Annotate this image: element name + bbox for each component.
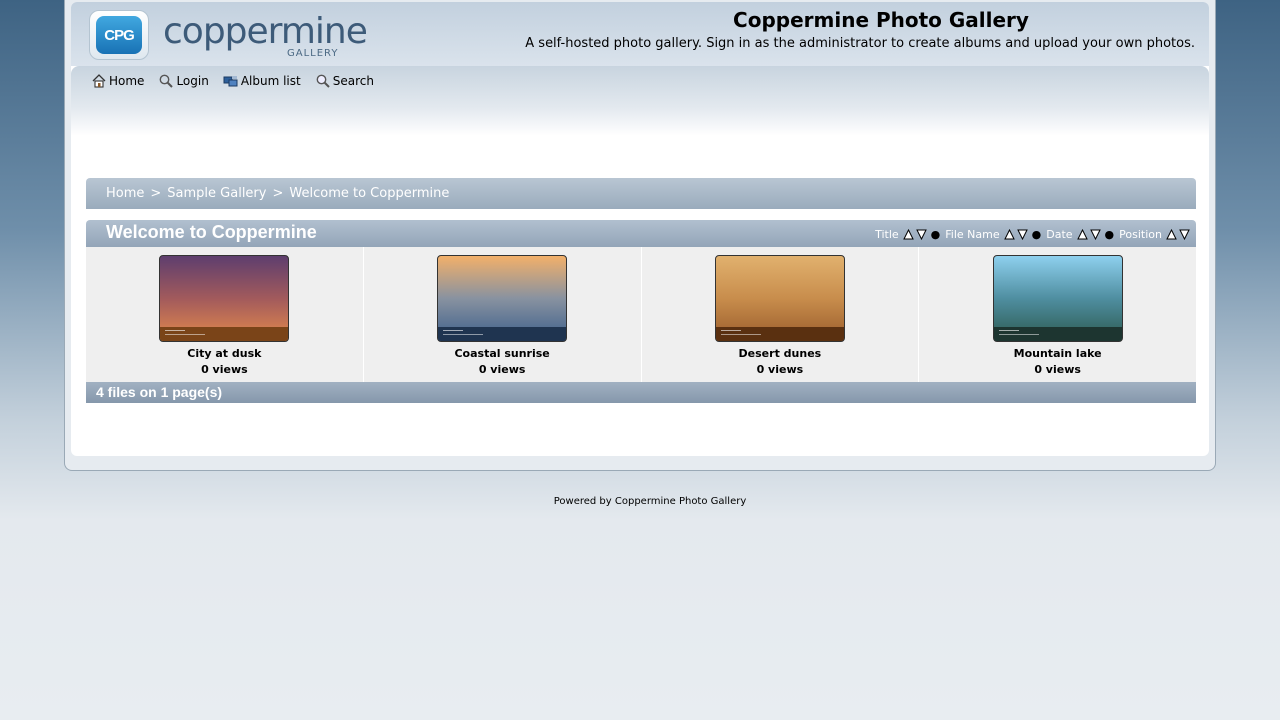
search-icon [316,74,330,88]
page-content: CPG coppermine GALLERY Coppermine Photo … [71,2,1209,456]
album-list-icon [223,76,238,87]
thumbnail-cell: City at dusk 0 views [86,247,364,382]
album-footer: 4 files on 1 page(s) [86,382,1196,403]
sort-bullet: ● [930,228,941,241]
breadcrumb-separator: > [150,186,162,201]
sort-date-label: Date [1046,228,1073,241]
thumbnail-image[interactable] [992,255,1123,342]
thumbnail-caption-strip [438,327,567,341]
breadcrumb-home[interactable]: Home [106,186,144,201]
sort-bar: Title ● File Name ● Date ● Position [875,228,1192,241]
header: CPG coppermine GALLERY Coppermine Photo … [71,2,1209,66]
sort-position-label: Position [1119,228,1162,241]
thumbnail-caption: Coastal sunrise 0 views [364,346,641,378]
thumbnail-caption: Desert dunes 0 views [642,346,919,378]
thumbnail-title: City at dusk [187,347,262,360]
site-title: Coppermine Photo Gallery [733,8,1029,32]
nav-search-label: Search [332,74,374,88]
thumbnail-views: 0 views [478,363,526,376]
nav-search[interactable]: Search [315,73,374,89]
sort-title-label: Title [875,228,899,241]
logo-badge: CPG [96,16,142,54]
thumbnail-image[interactable] [437,255,568,342]
album-title: Welcome to Coppermine [106,222,317,242]
thumbnail-image[interactable] [159,255,290,342]
thumbnail-title: Desert dunes [738,347,822,360]
nav-login[interactable]: Login [158,73,209,89]
logo-subtext: GALLERY [287,48,339,59]
sort-bullet: ● [1104,228,1115,241]
thumbnail-title: Mountain lake [1013,347,1102,360]
thumbnail-caption-strip [715,327,844,341]
thumbnail-views: 0 views [201,363,248,376]
nav-home-label: Home [109,74,145,88]
thumbnail-image[interactable] [714,255,845,342]
nav-album-list[interactable]: Album list [223,73,301,89]
thumbnail-views: 0 views [1034,363,1081,376]
breadcrumb-current[interactable]: Welcome to Coppermine [289,186,449,201]
thumbnail-views: 0 views [756,363,804,376]
logo-badge-frame: CPG [89,10,149,60]
home-icon [92,74,106,88]
sort-date-asc-icon[interactable] [1076,229,1088,240]
thumbnail-title: Coastal sunrise [454,347,550,360]
site-description: A self-hosted photo gallery. Sign in as … [525,36,1195,51]
thumbnail-grid: City at dusk 0 views Coastal sunrise 0 v… [86,247,1196,382]
powered-by: Powered by Coppermine Photo Gallery [0,496,1280,507]
thumbnail-caption: Mountain lake 0 views [919,346,1196,378]
album-header: Welcome to Coppermine Title ● File Name … [86,220,1196,247]
main-menu: Home Login Album list Search [91,73,374,89]
nav-login-label: Login [176,74,209,88]
sort-bullet: ● [1031,228,1042,241]
nav-album-list-label: Album list [240,74,301,88]
breadcrumb-sample-gallery[interactable]: Sample Gallery [167,186,266,201]
thumbnail-caption-strip [993,327,1122,341]
login-icon [160,74,174,88]
nav-home[interactable]: Home [91,73,144,89]
nav-bar: Home Login Album list Search [71,66,1209,136]
sort-file-name-desc-icon[interactable] [1016,229,1028,240]
sort-title-asc-icon[interactable] [902,229,914,240]
sort-file-name-label: File Name [945,228,1000,241]
logo[interactable]: CPG [89,10,153,62]
sort-title-desc-icon[interactable] [915,229,927,240]
powered-by-link[interactable]: Powered by Coppermine Photo Gallery [554,496,747,507]
sort-file-name-asc-icon[interactable] [1003,229,1015,240]
sort-position-asc-icon[interactable] [1166,229,1177,240]
sort-date-desc-icon[interactable] [1089,229,1101,240]
breadcrumb-separator: > [272,186,284,201]
sort-position-desc-icon[interactable] [1179,229,1190,240]
thumbnail-cell: Desert dunes 0 views [642,247,920,382]
thumbnail-cell: Coastal sunrise 0 views [364,247,642,382]
thumbnail-caption-strip [160,327,289,341]
breadcrumb: Home > Sample Gallery > Welcome to Coppermin… [86,178,1196,209]
logo-text: coppermine [163,11,368,52]
thumbnail-cell: Mountain lake 0 views [919,247,1196,382]
thumbnail-caption: City at dusk 0 views [86,346,363,378]
page-frame: CPG coppermine GALLERY Coppermine Photo … [64,0,1216,471]
